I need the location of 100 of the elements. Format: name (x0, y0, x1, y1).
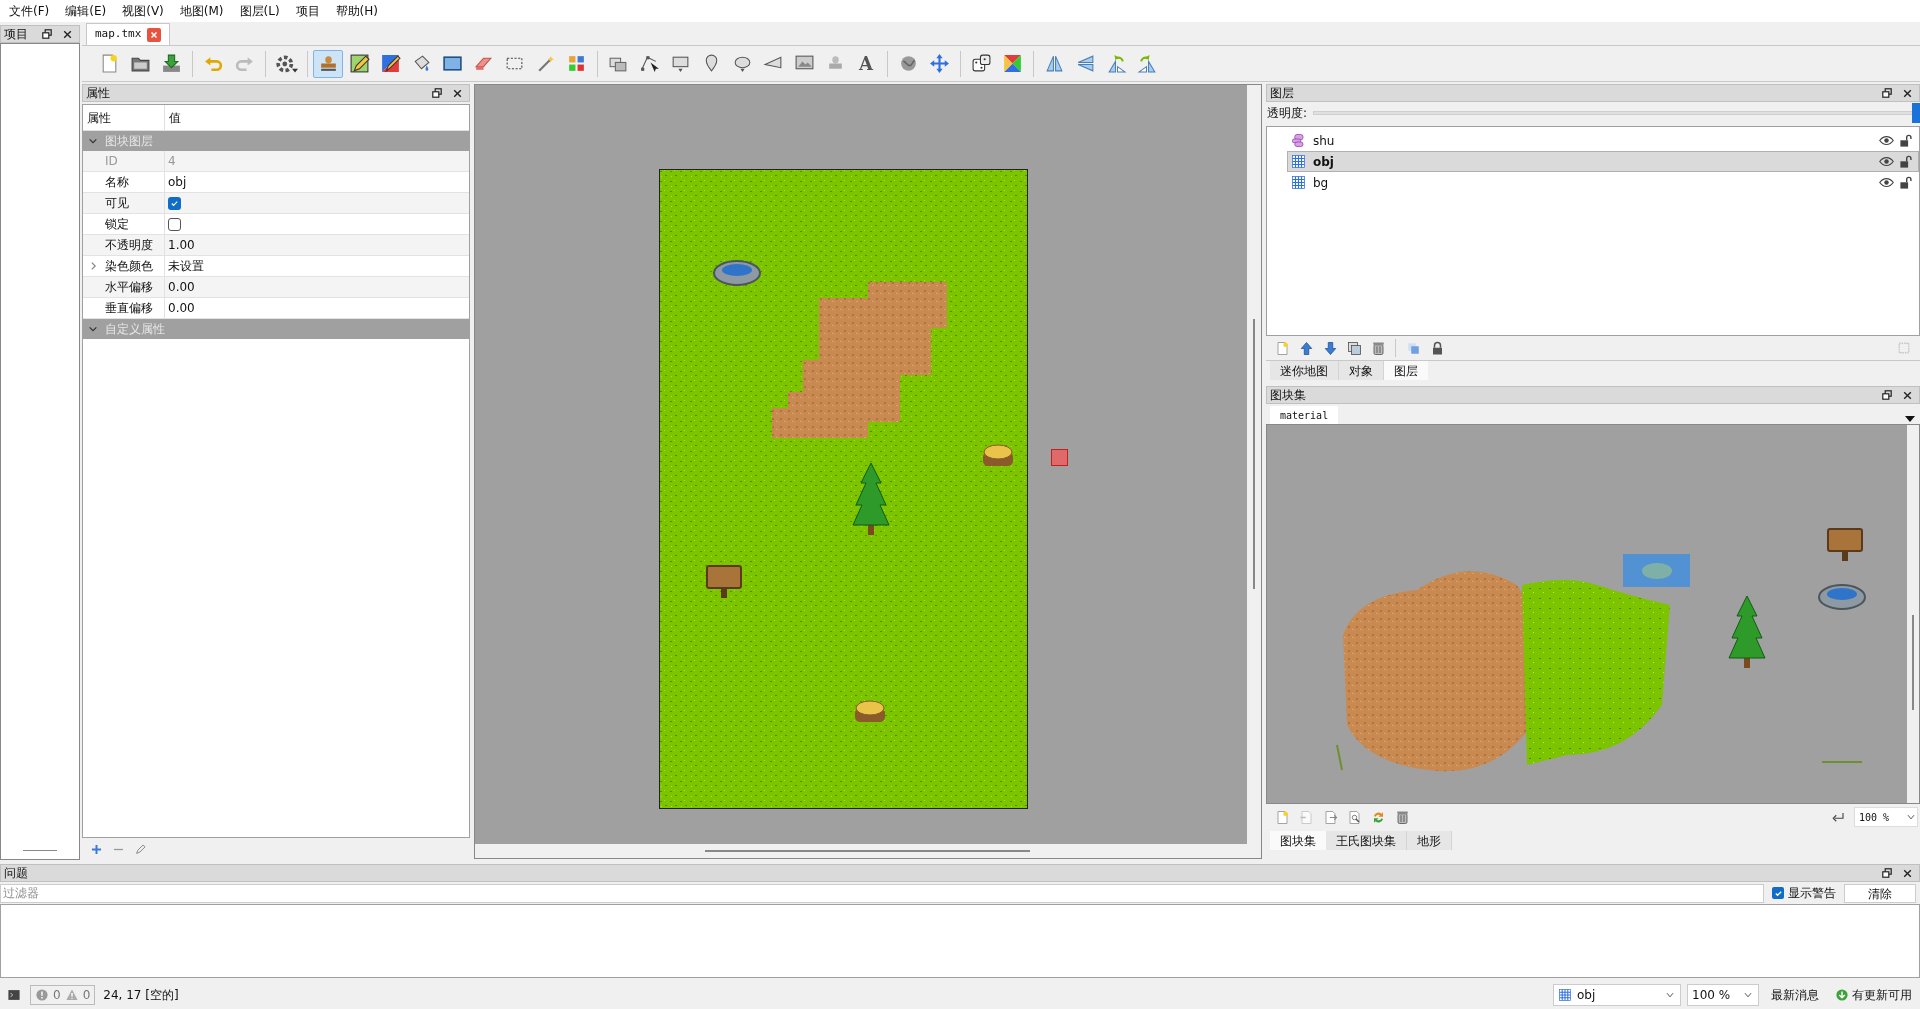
property-value[interactable]: 1.00 (168, 236, 195, 254)
issue-counter[interactable]: 0 0 (30, 984, 96, 1005)
layer-name: shu (1313, 132, 1336, 150)
cursor-position: 24, 17 [空的] (103, 986, 179, 1004)
layer-row[interactable]: obj (1287, 151, 1919, 172)
vertical-scrollbar[interactable] (1247, 85, 1261, 844)
duplicate-icon (1346, 340, 1362, 356)
column-header[interactable]: 值 (165, 105, 469, 130)
property-value[interactable]: 0.00 (168, 278, 195, 296)
group-label: 图块图层 (105, 133, 153, 150)
selection-marker (1051, 449, 1068, 466)
overlapping-squares-icon (1405, 340, 1421, 356)
color-square-icon (1001, 53, 1023, 74)
down-arrow-icon (1322, 340, 1338, 356)
panel-title: 问题 (4, 867, 29, 879)
menu-item[interactable]: 图层(L) (234, 2, 285, 20)
close-icon (149, 29, 160, 40)
document-arrow-icon (1322, 809, 1338, 825)
panel-tab[interactable]: 王氏图块集 (1326, 831, 1407, 850)
signpost-tile-drawing (1827, 528, 1863, 561)
layer-row[interactable]: shu (1287, 130, 1919, 151)
object-layer-icon (1291, 133, 1306, 148)
layer-name: obj (1313, 153, 1335, 171)
stump-drawing (855, 700, 885, 722)
plus-icon (89, 842, 103, 856)
layer-row[interactable]: bg (1287, 172, 1919, 193)
well-drawing (713, 260, 761, 286)
dropdown-arrow-icon[interactable] (1904, 414, 1916, 424)
panel-tab[interactable]: 图块集 (1270, 831, 1326, 850)
close-icon (1901, 87, 1913, 99)
signpost-drawing (706, 565, 742, 598)
zoom-value: 100 % (1692, 986, 1732, 1004)
eye-icon (1878, 175, 1894, 190)
slider-handle[interactable] (1912, 103, 1920, 123)
exclamation-circle-icon (35, 987, 49, 1002)
document-tab[interactable]: map.tmx (86, 23, 171, 45)
rotate-right-icon (1136, 53, 1158, 74)
new-document-icon (1274, 340, 1290, 356)
menu-item[interactable]: 编辑(E) (60, 2, 112, 20)
eye-icon (1878, 154, 1894, 169)
property-name: 垂直偏移 (104, 300, 153, 317)
filter-field[interactable]: 过滤器 (0, 883, 1764, 903)
menu-item[interactable]: 地图(M) (174, 2, 229, 20)
panel-tab[interactable]: 图层 (1384, 361, 1428, 380)
property-value[interactable]: 0.00 (168, 299, 195, 317)
property-name: 可见 (104, 195, 129, 212)
property-name: 不透明度 (104, 237, 153, 254)
panel-tab[interactable]: 对象 (1339, 361, 1384, 380)
layer-dropdown[interactable]: obj (1553, 983, 1681, 1006)
opacity-label: 透明度: (1266, 105, 1308, 122)
dotted-square-icon (1896, 340, 1912, 356)
open-padlock-icon (1899, 175, 1913, 190)
stamp-tool-button[interactable] (313, 49, 343, 78)
clear-button[interactable]: 清除 (1844, 883, 1916, 903)
menu-item[interactable]: 文件(F) (4, 2, 55, 20)
checkmark-icon (1773, 888, 1783, 898)
panel-tab[interactable]: 地形 (1407, 831, 1452, 850)
rectangle-icon (441, 53, 463, 74)
float-window-icon (1881, 389, 1893, 401)
group-label: 自定义属性 (105, 321, 165, 338)
update-button[interactable]: 有更新可用 (1831, 983, 1916, 1006)
tileset-tab[interactable]: material (1270, 406, 1339, 424)
checkbox[interactable] (168, 196, 181, 210)
property-value[interactable]: obj (168, 173, 187, 191)
property-value[interactable]: 未设置 (168, 257, 204, 275)
text-tool-button[interactable]: A (851, 49, 881, 78)
menu-item[interactable]: 帮助(H) (330, 2, 383, 20)
trash-can-icon (1394, 809, 1410, 825)
zoom-value: 100 % (1859, 810, 1891, 825)
checkmark-icon (170, 198, 179, 208)
close-icon (61, 28, 73, 40)
float-window-icon (431, 87, 443, 99)
float-window-icon (1881, 87, 1893, 99)
opacity-slider[interactable] (1313, 103, 1920, 123)
tab-label: map.tmx (95, 26, 142, 43)
panel-title: 属性 (86, 87, 111, 99)
eye-icon (1878, 133, 1894, 148)
flip-horizontal-icon (1043, 53, 1065, 74)
colored-pencil-icon (379, 53, 401, 74)
news-button[interactable]: 最新消息 (1765, 983, 1825, 1006)
zoom-dropdown[interactable]: 100 % (1687, 983, 1759, 1006)
zoom-dropdown[interactable]: 100 % (1854, 807, 1918, 827)
document-arrow-icon (1298, 809, 1314, 825)
vertical-scrollbar[interactable] (1907, 425, 1919, 803)
close-tab-button[interactable] (147, 27, 162, 42)
panel-tab[interactable]: 迷你地图 (1270, 361, 1339, 380)
show-warnings-checkbox[interactable]: 显示警告 (1764, 884, 1844, 902)
checkbox[interactable] (1772, 887, 1784, 899)
menu-item[interactable]: 视图(V) (117, 2, 169, 20)
layer-name: bg (1313, 174, 1330, 192)
float-window-icon (1881, 867, 1893, 879)
checkbox[interactable] (168, 217, 181, 231)
warning-triangle-icon (64, 987, 79, 1002)
property-name: 名称 (104, 174, 129, 191)
move-arrows-icon (928, 53, 950, 74)
column-header[interactable]: 属性 (83, 105, 165, 130)
warning-count: 0 (82, 986, 91, 1004)
close-icon (451, 87, 463, 99)
menu-item[interactable]: 项目 (290, 2, 325, 20)
rotate-left-icon (1105, 53, 1127, 74)
